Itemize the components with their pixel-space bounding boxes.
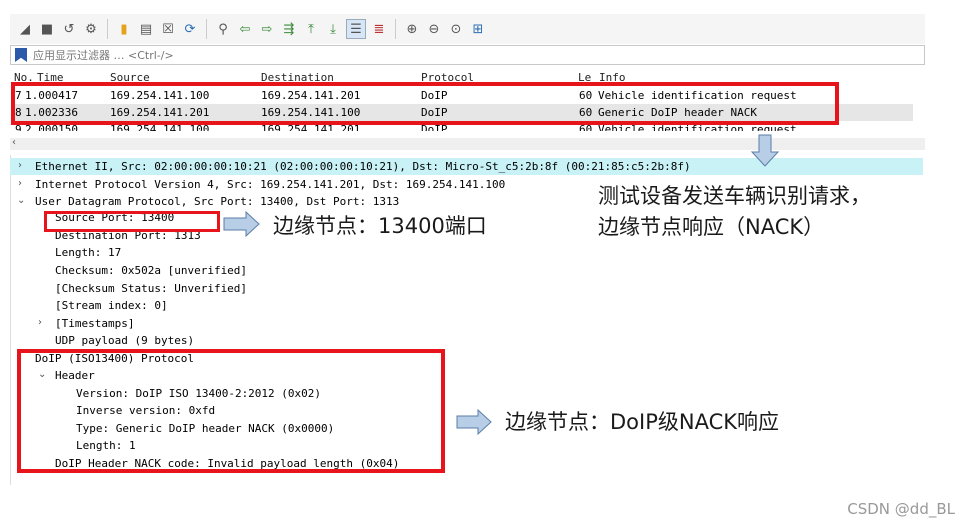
arrow-right-icon — [223, 210, 260, 238]
request-annotation-line2: 边缘节点响应（NACK） — [598, 215, 825, 239]
request-annotation-line1: 测试设备发送车辆识别请求， — [598, 184, 871, 208]
watermark: CSDN @dd_BL — [847, 500, 955, 518]
arrow-down-icon — [750, 134, 780, 167]
port-annotation: 边缘节点：13400端口 — [273, 214, 487, 238]
arrow-right-icon — [456, 408, 492, 436]
annotation-arrows — [223, 134, 780, 436]
doip-annotation: 边缘节点：DoIP级NACK响应 — [505, 410, 780, 434]
